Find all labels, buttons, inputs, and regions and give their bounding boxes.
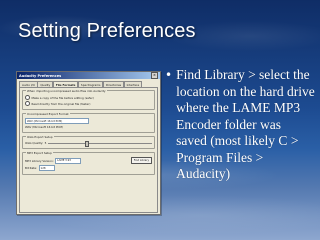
file-formats-panel: When importing uncompressed audio files … bbox=[19, 87, 158, 213]
group-label: OGG Export Setup bbox=[26, 135, 54, 139]
find-library-button[interactable]: Find Library bbox=[130, 157, 152, 164]
uncompressed-import-group: When importing uncompressed audio files … bbox=[22, 89, 155, 110]
slide-title: Setting Preferences bbox=[18, 20, 196, 42]
bitrate-label: Bit Rate: bbox=[25, 166, 38, 170]
mp3-bitrate-row: Bit Rate: 128 bbox=[25, 165, 152, 171]
export-format-select[interactable]: WAV (Microsoft 16 bit PCM) bbox=[25, 118, 89, 124]
ogg-quality-label: OGG Quality: bbox=[25, 141, 44, 145]
ogg-quality-slider[interactable] bbox=[47, 141, 152, 147]
export-format-row: WAV (Microsoft 16 bit PCM) bbox=[25, 118, 152, 124]
ogg-quality-value: 5 bbox=[44, 141, 47, 145]
ogg-quality-row: OGG Quality: 5 bbox=[25, 141, 152, 147]
dialog-titlebar: Audacity Preferences × bbox=[17, 72, 160, 79]
mp3-export-group: MP3 Export Setup MP3 Library Version: LA… bbox=[22, 151, 155, 175]
bullet-icon: • bbox=[165, 68, 173, 82]
bitrate-select[interactable]: 128 bbox=[38, 165, 55, 171]
slider-track bbox=[47, 142, 152, 144]
bullet-item: • Find Library > select the location on … bbox=[165, 67, 315, 183]
group-label: When importing uncompressed audio files … bbox=[26, 89, 107, 93]
slider-thumb[interactable] bbox=[85, 141, 90, 147]
uncompressed-export-group: Uncompressed Export Format WAV (Microsof… bbox=[22, 112, 155, 133]
group-label: Uncompressed Export Format bbox=[26, 112, 70, 116]
option-row: Read directly from the original file (fa… bbox=[25, 101, 152, 106]
close-icon[interactable]: × bbox=[151, 72, 158, 79]
preferences-dialog-screenshot: Audacity Preferences × Audio I/O Quality… bbox=[16, 71, 161, 215]
option-label: Make a copy of the file before editing (… bbox=[31, 95, 94, 100]
read-directly-radio[interactable] bbox=[25, 101, 30, 106]
option-label: Read directly from the original file (fa… bbox=[31, 101, 91, 106]
mp3-library-value: LAME 3.93 bbox=[55, 157, 82, 164]
mp3-library-label: MP3 Library Version: bbox=[25, 158, 54, 163]
export-format-subtext: WAV (Microsoft 16 bit PCM) bbox=[25, 125, 63, 129]
mp3-library-row: MP3 Library Version: LAME 3.93 Find Libr… bbox=[25, 157, 152, 164]
copy-file-radio[interactable] bbox=[25, 95, 30, 100]
ogg-export-group: OGG Export Setup OGG Quality: 5 bbox=[22, 135, 155, 149]
dialog-title: Audacity Preferences bbox=[19, 73, 62, 78]
option-row: Make a copy of the file before editing (… bbox=[25, 95, 152, 100]
group-label: MP3 Export Setup bbox=[26, 151, 53, 155]
bullet-text: Find Library > select the location on th… bbox=[176, 67, 315, 181]
